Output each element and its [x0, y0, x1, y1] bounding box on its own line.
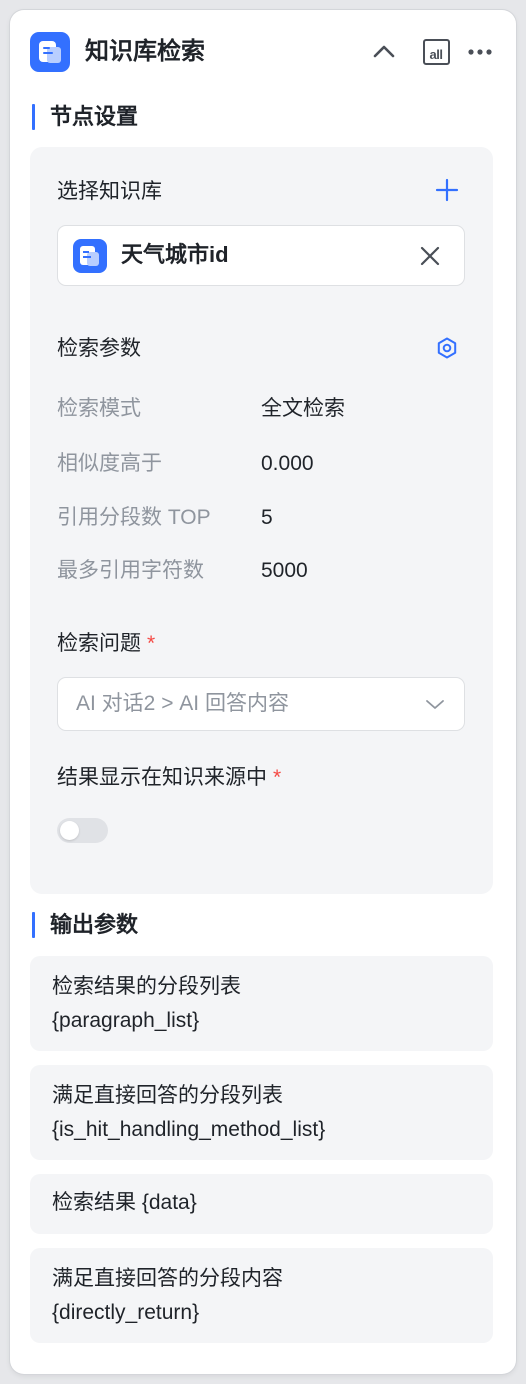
selected-kb-item[interactable]: 天气城市id	[57, 225, 465, 286]
output-item-var: {directly_return}	[52, 1301, 200, 1324]
output-params-heading: 输出参数	[30, 910, 138, 940]
section-accent-bar	[32, 104, 35, 130]
gear-icon[interactable]	[435, 336, 459, 360]
chevron-up-icon	[373, 45, 395, 58]
required-mark: *	[273, 766, 282, 789]
select-kb-label: 选择知识库	[57, 180, 162, 203]
more-icon	[468, 49, 492, 55]
show-source-label: 结果显示在知识来源中	[57, 766, 267, 789]
param-label: 相似度高于	[57, 452, 162, 475]
kb-name: 天气城市id	[121, 242, 229, 267]
required-mark: *	[147, 632, 156, 655]
node-header: 知识库检索 all	[30, 32, 496, 72]
knowledge-base-icon	[30, 32, 70, 72]
output-item-title: 检索结果 {data}	[52, 1191, 197, 1214]
all-icon: all	[422, 39, 450, 65]
output-item-title: 检索结果的分段列表	[52, 975, 241, 998]
output-item: 检索结果 {data}	[30, 1174, 493, 1234]
question-label: 检索问题	[57, 632, 141, 655]
param-value: 5000	[261, 559, 308, 582]
toggle-knob	[60, 821, 79, 840]
param-label: 引用分段数 TOP	[57, 506, 211, 529]
output-item: 检索结果的分段列表 {paragraph_list}	[30, 956, 493, 1051]
question-label-row: 检索问题 *	[57, 629, 155, 659]
node-settings-heading: 节点设置	[30, 102, 138, 132]
close-icon[interactable]	[418, 244, 442, 268]
section-accent-bar	[32, 912, 35, 938]
param-value: 全文检索	[261, 397, 345, 420]
output-item-var: {paragraph_list}	[52, 1009, 200, 1032]
node-title: 知识库检索	[85, 38, 205, 65]
all-button[interactable]: all	[420, 36, 452, 68]
param-value: 0.000	[261, 452, 314, 475]
node-card: 知识库检索 all 节点设置 选择知识库 天气城市id 检索参数 检索模式 全文…	[10, 10, 516, 1374]
question-select-value: AI 对话2 > AI 回答内容	[76, 692, 289, 715]
show-source-label-row: 结果显示在知识来源中 *	[57, 763, 281, 793]
add-kb-icon[interactable]	[434, 177, 460, 203]
chevron-down-icon	[426, 700, 444, 709]
knowledge-base-icon	[73, 239, 107, 273]
search-params-label: 检索参数	[57, 337, 141, 360]
param-value: 5	[261, 506, 273, 529]
output-item-title: 满足直接回答的分段内容	[52, 1267, 283, 1290]
show-source-toggle[interactable]	[57, 818, 108, 843]
more-button[interactable]	[464, 36, 496, 68]
node-settings-panel: 选择知识库 天气城市id 检索参数 检索模式 全文检索 相似度高于 0.000 …	[30, 147, 493, 894]
output-item-title: 满足直接回答的分段列表	[52, 1084, 283, 1107]
param-label: 最多引用字符数	[57, 559, 204, 582]
output-item-var: {is_hit_handling_method_list}	[52, 1118, 326, 1141]
output-item: 满足直接回答的分段内容 {directly_return}	[30, 1248, 493, 1343]
output-params-title: 输出参数	[50, 912, 139, 937]
param-label: 检索模式	[57, 397, 141, 420]
collapse-button[interactable]	[368, 36, 400, 68]
output-item: 满足直接回答的分段列表 {is_hit_handling_method_list…	[30, 1065, 493, 1160]
question-select[interactable]: AI 对话2 > AI 回答内容	[57, 677, 465, 731]
node-settings-title: 节点设置	[50, 104, 139, 129]
